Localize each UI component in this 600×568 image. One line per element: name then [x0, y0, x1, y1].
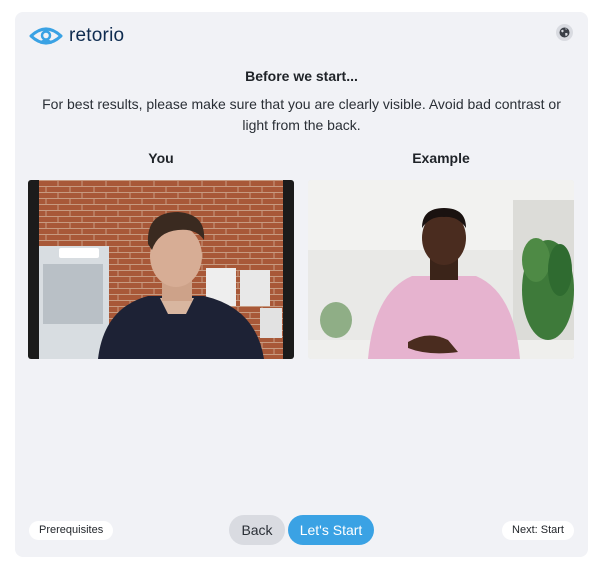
prerequisites-button[interactable]: Prerequisites [29, 521, 114, 540]
webcam-preview [28, 180, 294, 359]
eye-icon [29, 27, 63, 45]
brand-name: retorio [69, 25, 125, 46]
instructions-text: For best results, please make sure that … [42, 96, 561, 133]
brand-logo: retorio [29, 24, 124, 48]
language-button[interactable] [556, 24, 573, 41]
start-button[interactable]: Let's Start [288, 515, 374, 545]
globe-icon [559, 27, 570, 38]
next-step-button[interactable]: Next: Start [502, 521, 574, 540]
example-image [308, 180, 574, 359]
page-title: Before we start... [245, 68, 358, 84]
example-label: Example [412, 150, 470, 166]
setup-card: retorio Before we start... For best resu… [15, 12, 588, 557]
back-button[interactable]: Back [229, 515, 285, 545]
you-label: You [148, 150, 174, 166]
